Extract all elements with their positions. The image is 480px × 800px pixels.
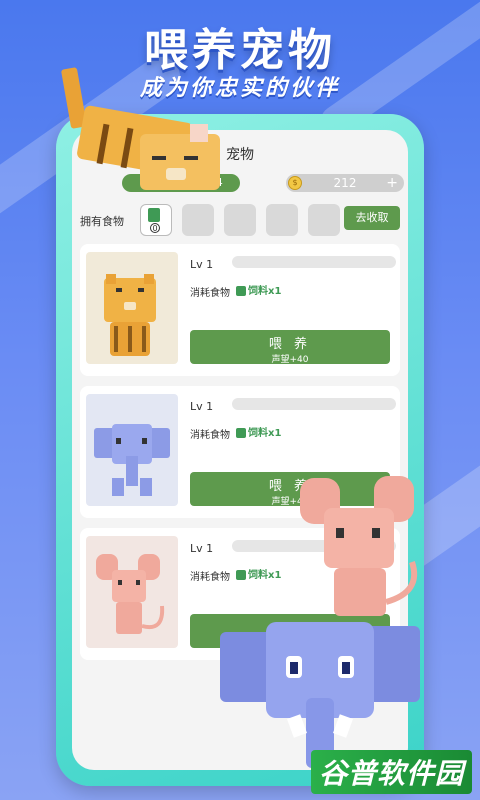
add-coins-button[interactable]: + xyxy=(386,174,398,192)
mouse-thumbnail xyxy=(86,536,178,648)
food-slot[interactable]: 0 xyxy=(140,204,172,236)
elephant-image xyxy=(94,424,170,496)
food-slot[interactable] xyxy=(266,204,298,236)
feed-gem-icon xyxy=(148,208,160,222)
feed-reward: 声望+40 xyxy=(271,355,309,365)
food-label: 拥有食物 xyxy=(80,215,124,228)
consume-item: 饲料x1 xyxy=(236,282,281,297)
pet-level: Lv 1 xyxy=(190,542,214,555)
feed-button[interactable]: 喂 养 声望+40 xyxy=(190,330,390,365)
level-progress xyxy=(232,256,396,268)
pet-level: Lv 1 xyxy=(190,258,214,271)
consume-label: 消耗食物 xyxy=(190,288,230,299)
feed-gem-icon xyxy=(236,286,246,296)
feed-gem-icon xyxy=(236,570,246,580)
coin-bar: $ 212 + xyxy=(286,174,404,192)
consume-item: 饲料x1 xyxy=(236,424,281,439)
pet-level: Lv 1 xyxy=(190,400,214,413)
consume-item-text: 饲料x1 xyxy=(248,570,282,581)
collect-button[interactable]: 去收取 xyxy=(344,206,400,230)
tiger-thumbnail xyxy=(86,252,178,364)
tiger-mascot-illustration xyxy=(61,67,220,190)
mouse-mascot-illustration xyxy=(300,476,418,616)
pet-card-tiger: Lv 1 消耗食物 饲料x1 喂 养 声望+40 xyxy=(80,244,400,376)
consume-label: 消耗食物 xyxy=(190,572,230,583)
watermark: 谷普软件园 xyxy=(310,750,472,794)
food-slot[interactable] xyxy=(308,204,340,236)
consume-item: 饲料x1 xyxy=(236,566,281,581)
mouse-image xyxy=(96,554,165,634)
coin-icon: $ xyxy=(288,176,302,190)
food-count: 0 xyxy=(150,223,160,233)
food-slot[interactable] xyxy=(182,204,214,236)
food-inventory: 拥有食物 0 去收取 xyxy=(80,204,400,238)
consume-label: 消耗食物 xyxy=(190,430,230,441)
level-progress xyxy=(232,398,396,410)
consume-item-text: 饲料x1 xyxy=(248,286,282,297)
feed-button-label: 喂 养 xyxy=(268,337,312,352)
coin-count: 212 xyxy=(333,176,357,190)
food-slot[interactable] xyxy=(224,204,256,236)
tiger-image xyxy=(104,274,156,356)
feed-gem-icon xyxy=(236,428,246,438)
elephant-thumbnail xyxy=(86,394,178,506)
consume-item-text: 饲料x1 xyxy=(248,428,282,439)
